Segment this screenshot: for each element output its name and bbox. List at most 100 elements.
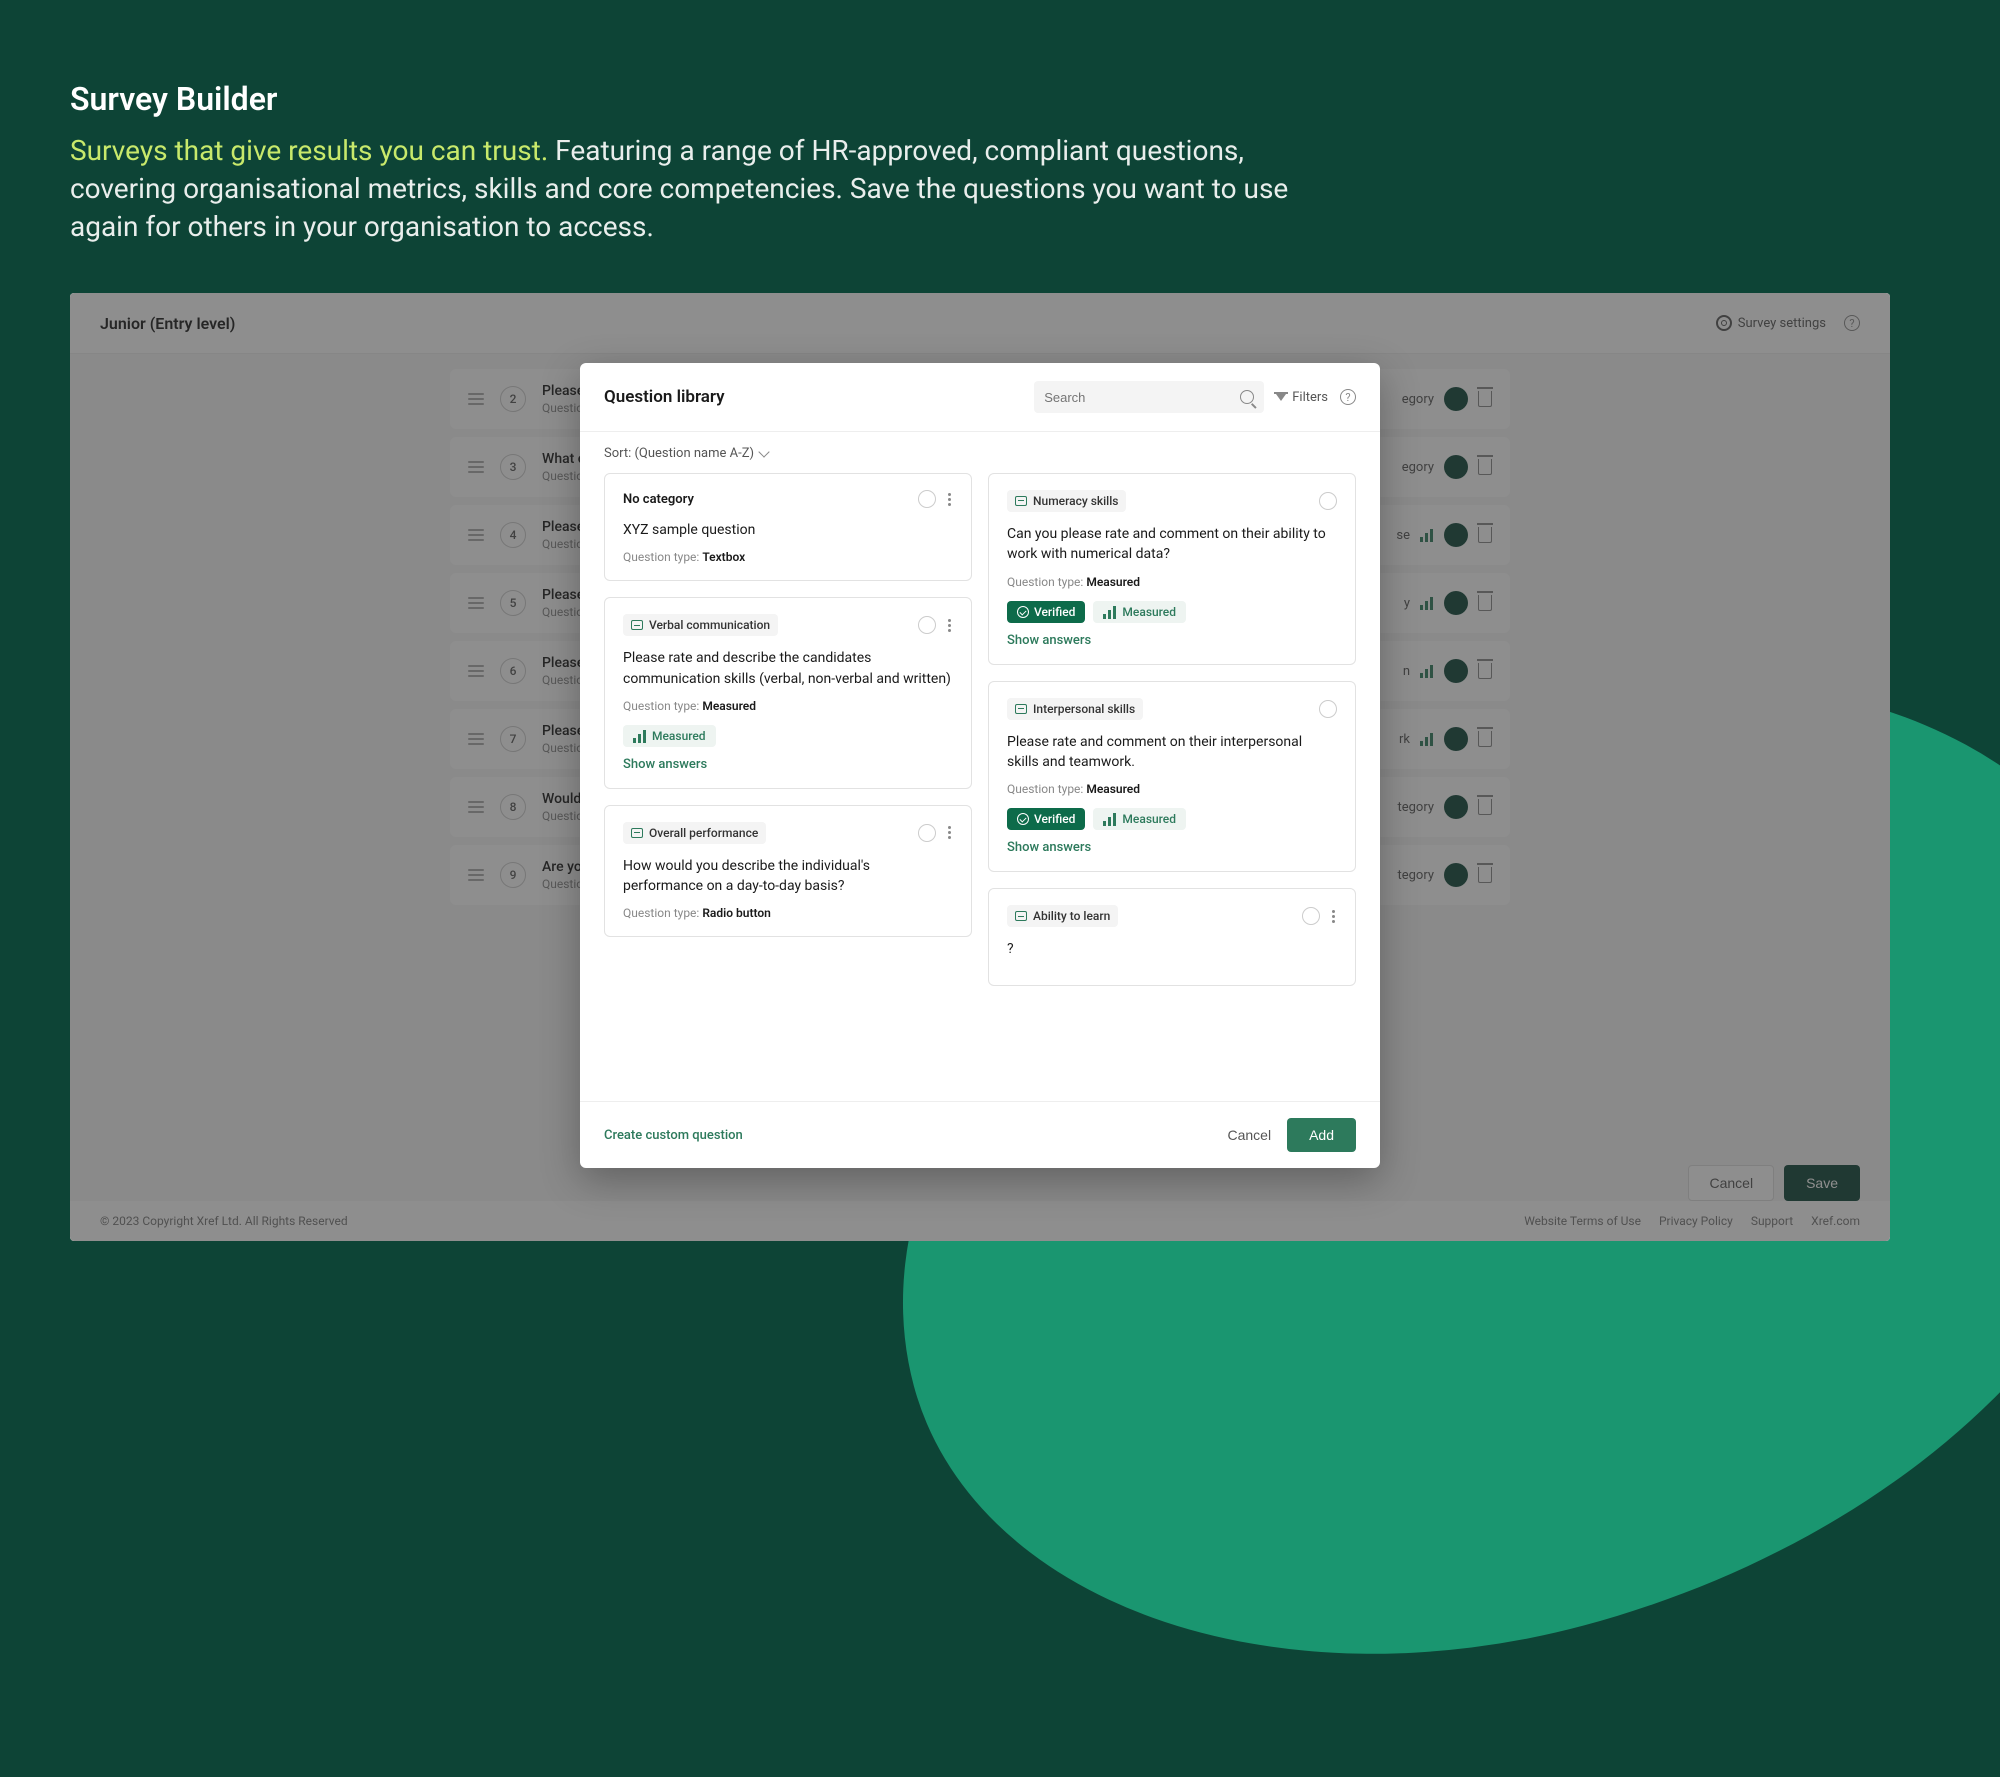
measured-badge: Measured <box>1093 808 1186 830</box>
category-name: Ability to learn <box>1033 909 1110 923</box>
show-answers-link[interactable]: Show answers <box>623 757 953 772</box>
cards-column-left: No category XYZ sample question Question… <box>604 473 972 986</box>
card-header: Verbal communication <box>623 614 953 636</box>
check-icon <box>1017 813 1029 825</box>
category-icon <box>1015 704 1027 714</box>
question-text: ? <box>1007 939 1337 959</box>
no-category-label: No category <box>623 492 694 507</box>
search-input-container[interactable] <box>1034 381 1264 413</box>
badge-row: Measured <box>623 725 953 747</box>
question-type-row: Question type: Measured <box>623 699 953 713</box>
category-icon <box>631 620 643 630</box>
category-name: Numeracy skills <box>1033 494 1118 508</box>
verified-badge: Verified <box>1007 808 1085 830</box>
card-header: Overall performance <box>623 822 953 844</box>
category-icon <box>631 828 643 838</box>
category-pill: Overall performance <box>623 822 766 844</box>
question-type-value: Radio button <box>702 906 771 920</box>
question-type-value: Textbox <box>702 550 745 564</box>
measured-badge: Measured <box>1093 601 1186 623</box>
question-text: Can you please rate and comment on their… <box>1007 524 1337 565</box>
modal-add-button[interactable]: Add <box>1287 1118 1356 1152</box>
select-radio[interactable] <box>918 616 936 634</box>
verified-badge: Verified <box>1007 601 1085 623</box>
question-card: Interpersonal skills Please rate and com… <box>988 681 1356 873</box>
question-text: How would you describe the individual's … <box>623 856 953 897</box>
card-header-right <box>1302 907 1337 925</box>
modal-cancel-button[interactable]: Cancel <box>1211 1119 1287 1151</box>
question-card: Overall performance How would you descri… <box>604 805 972 938</box>
check-icon <box>1017 606 1029 618</box>
question-type-row: Question type: Measured <box>1007 575 1337 589</box>
select-radio[interactable] <box>1319 700 1337 718</box>
sort-control[interactable]: Sort: (Question name A-Z) <box>580 432 1380 469</box>
hero-section: Survey Builder Surveys that give results… <box>70 80 1330 245</box>
select-radio[interactable] <box>1319 492 1337 510</box>
sort-label: Sort: (Question name A-Z) <box>604 446 754 461</box>
select-radio[interactable] <box>1302 907 1320 925</box>
category-pill: Numeracy skills <box>1007 490 1126 512</box>
card-header-right <box>918 490 953 508</box>
modal-title: Question library <box>604 387 725 407</box>
card-header: Numeracy skills <box>1007 490 1337 512</box>
question-type-row: Question type: Radio button <box>623 906 953 920</box>
question-card: Ability to learn ? <box>988 888 1356 986</box>
more-menu-icon[interactable] <box>946 617 953 634</box>
hero-title: Survey Builder <box>70 80 1330 118</box>
select-radio[interactable] <box>918 490 936 508</box>
question-text: XYZ sample question <box>623 520 953 540</box>
show-answers-link[interactable]: Show answers <box>1007 840 1337 855</box>
question-library-modal: Question library Filters ? Sort: (Questi… <box>580 363 1380 1168</box>
bar-chart-icon <box>1103 812 1117 826</box>
category-pill: Verbal communication <box>623 614 778 636</box>
question-type-value: Measured <box>1086 575 1140 589</box>
more-menu-icon[interactable] <box>1330 908 1337 925</box>
more-menu-icon[interactable] <box>946 491 953 508</box>
card-header-right <box>1319 700 1337 718</box>
select-radio[interactable] <box>918 824 936 842</box>
chevron-down-icon <box>758 446 769 457</box>
question-text: Please rate and describe the candidates … <box>623 648 953 689</box>
show-answers-link[interactable]: Show answers <box>1007 633 1337 648</box>
category-icon <box>1015 911 1027 921</box>
create-custom-question-link[interactable]: Create custom question <box>604 1128 743 1143</box>
filters-button[interactable]: Filters <box>1276 390 1328 405</box>
bar-chart-icon <box>1103 605 1117 619</box>
category-pill: Interpersonal skills <box>1007 698 1143 720</box>
modal-help-icon[interactable]: ? <box>1340 389 1356 405</box>
modal-body: No category XYZ sample question Question… <box>580 469 1380 1101</box>
filters-label: Filters <box>1292 390 1328 405</box>
search-icon <box>1240 390 1254 404</box>
card-header: No category <box>623 490 953 508</box>
card-header-right <box>1319 492 1337 510</box>
question-card: Verbal communication Please rate and des… <box>604 597 972 789</box>
category-pill: Ability to learn <box>1007 905 1118 927</box>
app-window: Junior (Entry level) Survey settings ? 2… <box>70 293 1890 1241</box>
card-header: Interpersonal skills <box>1007 698 1337 720</box>
measured-badge: Measured <box>623 725 716 747</box>
question-type-row: Question type: Measured <box>1007 782 1337 796</box>
bar-chart-icon <box>633 729 647 743</box>
search-input[interactable] <box>1044 390 1232 405</box>
modal-header: Question library Filters ? <box>580 363 1380 432</box>
question-type-value: Measured <box>1086 782 1140 796</box>
badge-row: Verified Measured <box>1007 601 1337 623</box>
hero-accent: Surveys that give results you can trust. <box>70 134 555 167</box>
question-type-value: Measured <box>702 699 756 713</box>
filter-icon <box>1276 394 1286 401</box>
question-card: No category XYZ sample question Question… <box>604 473 972 581</box>
question-text: Please rate and comment on their interpe… <box>1007 732 1337 773</box>
more-menu-icon[interactable] <box>946 824 953 841</box>
badge-row: Verified Measured <box>1007 808 1337 830</box>
hero-body: Surveys that give results you can trust.… <box>70 132 1330 245</box>
modal-footer: Create custom question Cancel Add <box>580 1101 1380 1168</box>
category-name: Interpersonal skills <box>1033 702 1135 716</box>
question-card: Numeracy skills Can you please rate and … <box>988 473 1356 665</box>
card-header-right <box>918 616 953 634</box>
card-header: Ability to learn <box>1007 905 1337 927</box>
category-name: Overall performance <box>649 826 758 840</box>
question-type-row: Question type: Textbox <box>623 550 953 564</box>
card-header-right <box>918 824 953 842</box>
category-icon <box>1015 496 1027 506</box>
category-name: Verbal communication <box>649 618 770 632</box>
